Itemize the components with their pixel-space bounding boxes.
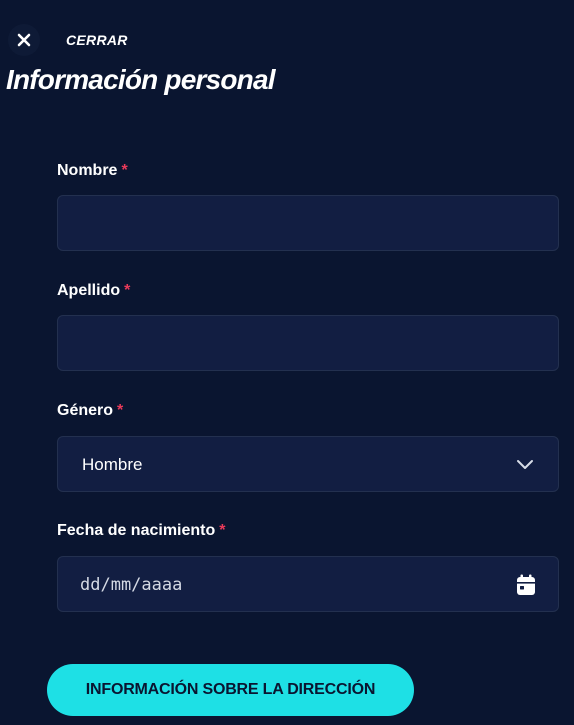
close-icon[interactable] bbox=[8, 24, 40, 56]
personal-info-page: CERRAR Información personal Nombre * Apel… bbox=[0, 0, 574, 725]
first-name-label: Nombre * bbox=[57, 161, 561, 181]
gender-group: Género * Hombre bbox=[57, 401, 561, 492]
last-name-input-box[interactable] bbox=[57, 315, 559, 371]
gender-label-text: Género bbox=[57, 402, 114, 419]
first-name-input[interactable] bbox=[58, 196, 558, 250]
birth-date-label-text: Fecha de nacimiento bbox=[57, 522, 216, 539]
birth-date-placeholder: dd/mm/aaaa bbox=[80, 575, 183, 595]
close-label[interactable]: CERRAR bbox=[66, 32, 128, 48]
gender-label: Género * bbox=[57, 401, 561, 421]
birth-date-group: Fecha de nacimiento * dd/mm/aaaa bbox=[57, 521, 561, 612]
address-info-button[interactable]: INFORMACIÓN SOBRE LA DIRECCIÓN bbox=[47, 664, 414, 716]
required-marker: * bbox=[124, 282, 131, 299]
birth-date-input[interactable]: dd/mm/aaaa bbox=[57, 556, 559, 612]
first-name-group: Nombre * bbox=[57, 161, 561, 251]
first-name-label-text: Nombre bbox=[57, 162, 118, 179]
page-title: Información personal bbox=[6, 64, 276, 95]
close-button[interactable]: CERRAR bbox=[8, 24, 128, 56]
last-name-label-text: Apellido bbox=[57, 282, 121, 299]
gender-select[interactable]: Hombre bbox=[57, 436, 559, 492]
required-marker: * bbox=[219, 522, 226, 539]
required-marker: * bbox=[121, 162, 128, 179]
first-name-input-box[interactable] bbox=[57, 195, 559, 251]
gender-selected-value: Hombre bbox=[82, 455, 143, 474]
last-name-group: Apellido * bbox=[57, 281, 561, 371]
birth-date-label: Fecha de nacimiento * bbox=[57, 521, 561, 541]
calendar-icon[interactable] bbox=[516, 574, 536, 596]
last-name-label: Apellido * bbox=[57, 281, 561, 301]
last-name-input[interactable] bbox=[58, 316, 558, 370]
chevron-down-icon[interactable] bbox=[516, 457, 534, 471]
required-marker: * bbox=[117, 402, 124, 419]
